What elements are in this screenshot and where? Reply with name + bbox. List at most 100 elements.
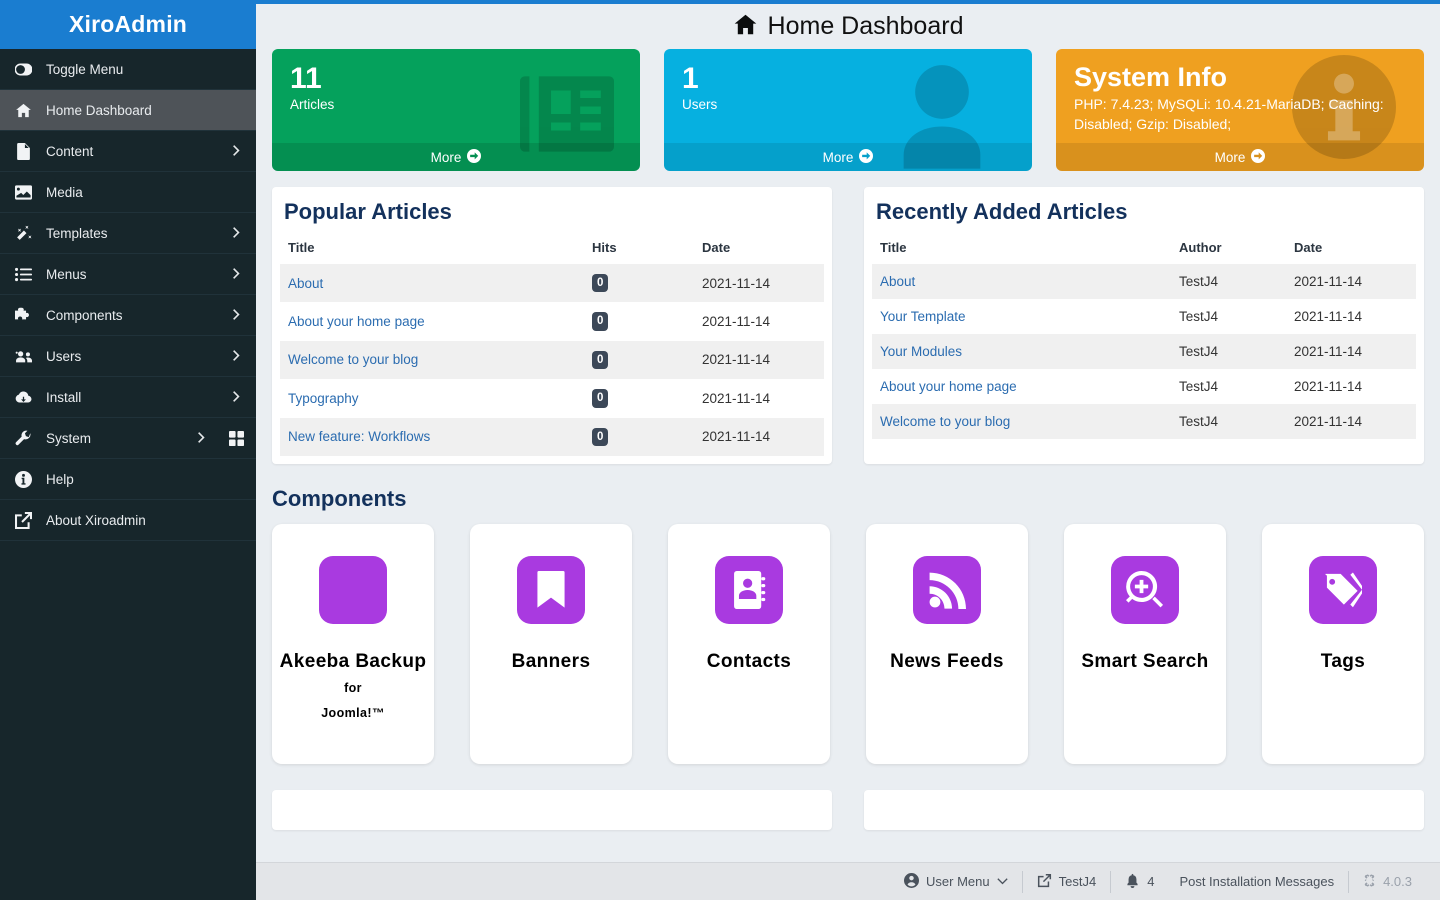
article-link[interactable]: About bbox=[880, 274, 915, 289]
component-card-smart-search[interactable]: Smart Search bbox=[1064, 524, 1226, 764]
cell-title: Typography bbox=[280, 379, 584, 417]
sidebar-item-label: Help bbox=[46, 472, 244, 487]
sidebar-nav: Toggle Menu Home Dashboard ContentMediaTem… bbox=[0, 49, 256, 541]
stat-more-label: More bbox=[823, 150, 854, 165]
system-info-description: PHP: 7.4.23; MySQLi: 10.4.21-MariaDB; Ca… bbox=[1074, 94, 1389, 135]
sidebar-item-label: About Xiroadmin bbox=[46, 513, 244, 528]
sidebar-item-users[interactable]: Users bbox=[0, 336, 256, 377]
chevron-right-icon[interactable] bbox=[230, 308, 244, 322]
sidebar-item-components[interactable]: Components bbox=[0, 295, 256, 336]
users-icon bbox=[12, 346, 34, 366]
column-header: Title bbox=[280, 235, 584, 264]
chevron-right-icon[interactable] bbox=[230, 267, 244, 281]
component-card-tags[interactable]: Tags bbox=[1262, 524, 1424, 764]
sidebar-item-label: Components bbox=[46, 308, 230, 323]
stat-card-users[interactable]: 1 Users More bbox=[664, 49, 1032, 171]
sidebar-item-system[interactable]: System bbox=[0, 418, 256, 459]
stat-label: Articles bbox=[290, 97, 622, 112]
stat-card-body: System Info PHP: 7.4.23; MySQLi: 10.4.21… bbox=[1056, 49, 1424, 148]
components-grid: Akeeba Backup forJoomla!™ Banners Contacts… bbox=[272, 524, 1424, 764]
column-header: Date bbox=[1286, 235, 1416, 264]
article-link[interactable]: Welcome to your blog bbox=[880, 414, 1010, 429]
image-icon bbox=[12, 182, 34, 202]
sidebar-item-media[interactable]: Media bbox=[0, 172, 256, 213]
table-row: Your TemplateTestJ42021-11-14 bbox=[872, 299, 1416, 334]
notifications-count: 4 bbox=[1147, 874, 1154, 889]
arrow-right-circle-icon bbox=[859, 149, 873, 166]
visit-site-button[interactable]: TestJ4 bbox=[1023, 871, 1112, 893]
stat-more-button[interactable]: More bbox=[272, 143, 640, 171]
sidebar-item-templates[interactable]: Templates bbox=[0, 213, 256, 254]
table-body: About02021-11-14About your home page0202… bbox=[280, 264, 824, 456]
page-title: Home Dashboard bbox=[768, 12, 964, 41]
cell-date: 2021-11-14 bbox=[694, 379, 824, 417]
cell-author: TestJ4 bbox=[1171, 264, 1286, 299]
chevron-down-icon bbox=[997, 874, 1008, 889]
sidebar-item-home-dashboard[interactable]: Home Dashboard bbox=[0, 90, 256, 131]
table-row: Welcome to your blogTestJ42021-11-14 bbox=[872, 404, 1416, 439]
site-name-label: TestJ4 bbox=[1059, 874, 1097, 889]
cell-hits: 0 bbox=[584, 264, 694, 302]
chevron-right-icon[interactable] bbox=[230, 349, 244, 363]
stat-card-body: 11 Articles bbox=[272, 49, 640, 126]
article-link[interactable]: Your Modules bbox=[880, 344, 962, 359]
panel-recent-articles: Recently Added Articles TitleAuthorDate … bbox=[864, 187, 1424, 464]
user-menu-button[interactable]: User Menu bbox=[890, 871, 1023, 893]
cell-hits: 0 bbox=[584, 341, 694, 379]
cell-hits: 0 bbox=[584, 379, 694, 417]
stat-more-button[interactable]: More bbox=[664, 143, 1032, 171]
component-card-akeeba-backup-for-joomla[interactable]: Akeeba Backup forJoomla!™ bbox=[272, 524, 434, 764]
notifications-label: Post Installation Messages bbox=[1179, 874, 1334, 889]
brand-header: XiroAdmin bbox=[0, 0, 256, 49]
stat-more-label: More bbox=[431, 150, 462, 165]
component-name: Banners bbox=[506, 650, 597, 675]
stat-label: Users bbox=[682, 97, 1014, 112]
components-section-title: Components bbox=[272, 486, 1424, 512]
sidebar-item-content[interactable]: Content bbox=[0, 131, 256, 172]
article-link[interactable]: About your home page bbox=[880, 379, 1017, 394]
home-icon bbox=[733, 12, 758, 42]
chevron-right-icon[interactable] bbox=[195, 431, 209, 445]
component-card-banners[interactable]: Banners bbox=[470, 524, 632, 764]
table-row: Welcome to your blog02021-11-14 bbox=[280, 341, 824, 379]
arrow-right-circle-icon bbox=[1251, 149, 1265, 166]
page-header: Home Dashboard bbox=[256, 4, 1440, 49]
bookmark-icon bbox=[517, 556, 585, 624]
table-row: New feature: Workflows02021-11-14 bbox=[280, 418, 824, 456]
sidebar-item-toggle-menu[interactable]: Toggle Menu bbox=[0, 49, 256, 90]
cell-date: 2021-11-14 bbox=[1286, 369, 1416, 404]
bell-icon bbox=[1125, 873, 1140, 891]
arrow-right-circle-icon bbox=[467, 149, 481, 166]
sidebar-item-menus[interactable]: Menus bbox=[0, 254, 256, 295]
chevron-right-icon[interactable] bbox=[230, 144, 244, 158]
stat-more-button[interactable]: More bbox=[1056, 143, 1424, 171]
article-link[interactable]: Your Template bbox=[880, 309, 966, 324]
joomla-logo-icon bbox=[1363, 874, 1376, 890]
grid-icon[interactable] bbox=[229, 431, 244, 446]
article-link[interactable]: New feature: Workflows bbox=[288, 429, 430, 444]
sidebar-item-about-xiroadmin[interactable]: About Xiroadmin bbox=[0, 500, 256, 541]
article-link[interactable]: Typography bbox=[288, 391, 359, 406]
chevron-right-icon[interactable] bbox=[230, 390, 244, 404]
stat-card-articles[interactable]: 11 Articles More bbox=[272, 49, 640, 171]
sidebar-item-help[interactable]: Help bbox=[0, 459, 256, 500]
sidebar-item-label: Home Dashboard bbox=[46, 103, 244, 118]
article-link[interactable]: About your home page bbox=[288, 314, 425, 329]
article-link[interactable]: Welcome to your blog bbox=[288, 352, 418, 367]
hits-badge: 0 bbox=[592, 389, 608, 407]
cell-author: TestJ4 bbox=[1171, 334, 1286, 369]
article-link[interactable]: About bbox=[288, 276, 323, 291]
lower-panel-row bbox=[272, 790, 1424, 830]
rss-icon bbox=[913, 556, 981, 624]
notifications-button[interactable]: 4 Post Installation Messages bbox=[1111, 871, 1349, 893]
stat-card-system-info[interactable]: System Info PHP: 7.4.23; MySQLi: 10.4.21… bbox=[1056, 49, 1424, 171]
cell-title: About bbox=[280, 264, 584, 302]
sidebar-item-install[interactable]: Install bbox=[0, 377, 256, 418]
component-card-contacts[interactable]: Contacts bbox=[668, 524, 830, 764]
component-name: News Feeds bbox=[884, 650, 1010, 675]
lower-panel-right bbox=[864, 790, 1424, 830]
component-card-news-feeds[interactable]: News Feeds bbox=[866, 524, 1028, 764]
chevron-right-icon[interactable] bbox=[230, 226, 244, 240]
status-bar: User Menu TestJ4 4 Post Installation Mes… bbox=[256, 862, 1440, 900]
cell-date: 2021-11-14 bbox=[1286, 299, 1416, 334]
